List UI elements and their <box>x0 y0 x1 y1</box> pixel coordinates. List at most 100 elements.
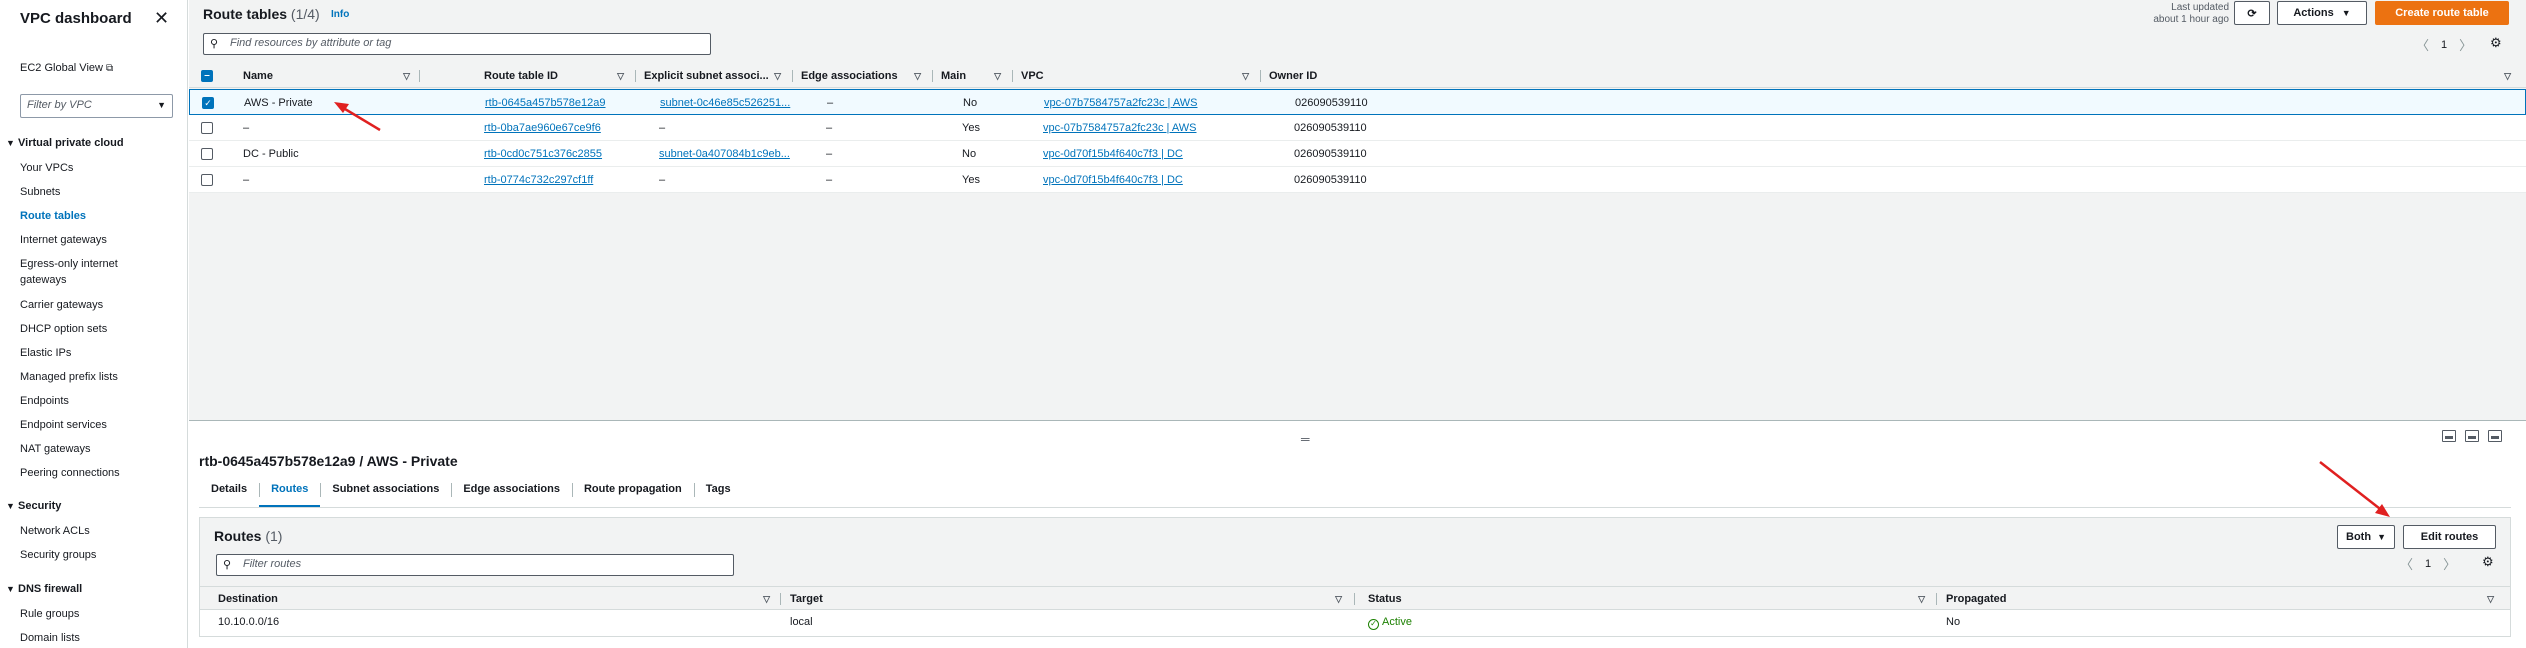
chevron-right-icon[interactable]: 〉 <box>2443 554 2456 573</box>
col-edge-associations[interactable]: Edge associations ▽ <box>801 64 929 88</box>
sort-icon[interactable]: ▽ <box>994 64 1001 88</box>
cell-vpc[interactable]: vpc-0d70f15b4f640c7f3 | DC <box>1043 167 1253 193</box>
section-security[interactable]: ▼ Security <box>6 500 61 512</box>
tab-subnet-associations[interactable]: Subnet associations <box>320 478 451 508</box>
table-row[interactable]: – rtb-0ba7ae960e67ce9f6 – – Yes vpc-07b7… <box>189 115 2526 141</box>
sidebar-item-endpoints[interactable]: Endpoints <box>20 393 69 409</box>
ec2-global-view-link[interactable]: EC2 Global View ⧉ <box>20 62 113 74</box>
sidebar-item-rule-groups[interactable]: Rule groups <box>20 606 79 622</box>
cell-vpc[interactable]: vpc-07b7584757a2fc23c | AWS <box>1044 90 1254 116</box>
column-separator[interactable] <box>1936 593 1937 605</box>
split-side-icon[interactable] <box>2465 430 2479 442</box>
table-row[interactable]: – rtb-0774c732c297cf1ff – – Yes vpc-0d70… <box>189 167 2526 193</box>
current-page[interactable]: 1 <box>2441 39 2447 51</box>
split-divider[interactable] <box>189 420 2526 421</box>
sidebar-item-carrier-gateways[interactable]: Carrier gateways <box>20 297 103 313</box>
column-separator[interactable] <box>792 70 793 82</box>
sort-icon[interactable]: ▽ <box>1242 64 1249 88</box>
sidebar-item-dhcp-option-sets[interactable]: DHCP option sets <box>20 321 107 337</box>
current-page[interactable]: 1 <box>2425 558 2431 570</box>
route-tables-search-input[interactable]: ⚲ Find resources by attribute or tag <box>203 33 711 55</box>
chevron-left-icon[interactable]: 〈 <box>2416 35 2429 54</box>
col-propagated[interactable]: Propagated ▽ <box>1946 587 2502 611</box>
vpc-filter-select[interactable]: Filter by VPC ▼ <box>20 94 173 118</box>
section-virtual-private-cloud[interactable]: ▼ Virtual private cloud <box>6 137 124 149</box>
sidebar-item-egress-only-internet-gateways[interactable]: Egress-only internet gateways <box>20 256 140 288</box>
col-explicit-subnet[interactable]: Explicit subnet associ... ▽ <box>644 64 789 88</box>
row-checkbox[interactable] <box>201 122 213 134</box>
row-checkbox[interactable] <box>201 174 213 186</box>
sort-icon[interactable]: ▽ <box>763 587 770 611</box>
col-route-table-id[interactable]: Route table ID ▽ <box>484 64 632 88</box>
sidebar-item-managed-prefix-lists[interactable]: Managed prefix lists <box>20 369 118 385</box>
chevron-right-icon[interactable]: 〉 <box>2459 35 2472 54</box>
table-row[interactable]: DC - Public rtb-0cd0c751c376c2855 subnet… <box>189 141 2526 167</box>
info-link[interactable]: Info <box>331 9 349 20</box>
cell-route-table-id[interactable]: rtb-0774c732c297cf1ff <box>484 167 629 193</box>
sidebar-item-network-acls[interactable]: Network ACLs <box>20 523 90 539</box>
both-select[interactable]: Both ▼ <box>2337 525 2395 549</box>
routes-filter-input[interactable]: ⚲ Filter routes <box>216 554 734 576</box>
column-separator[interactable] <box>1260 70 1261 82</box>
sidebar-item-peering-connections[interactable]: Peering connections <box>20 465 120 481</box>
row-checkbox[interactable]: ✓ <box>202 97 214 109</box>
tab-details[interactable]: Details <box>199 478 259 508</box>
actions-button[interactable]: Actions ▼ <box>2277 1 2367 25</box>
section-dns-firewall[interactable]: ▼ DNS firewall <box>6 583 82 595</box>
cell-subnet[interactable]: subnet-0a407084b1c9eb... <box>659 141 797 167</box>
column-separator[interactable] <box>932 70 933 82</box>
col-vpc[interactable]: VPC ▽ <box>1021 64 1257 88</box>
cell-vpc[interactable]: vpc-07b7584757a2fc23c | AWS <box>1043 115 1253 141</box>
sidebar-title[interactable]: VPC dashboard <box>20 10 132 27</box>
edit-routes-button[interactable]: Edit routes <box>2403 525 2496 549</box>
sidebar-item-endpoint-services[interactable]: Endpoint services <box>20 417 107 433</box>
tab-tags[interactable]: Tags <box>693 478 743 508</box>
row-checkbox[interactable] <box>201 148 213 160</box>
tab-routes[interactable]: Routes <box>259 478 321 508</box>
col-main[interactable]: Main ▽ <box>941 64 1009 88</box>
split-off-icon[interactable] <box>2488 430 2502 442</box>
col-owner-id[interactable]: Owner ID ▽ <box>1269 64 2519 88</box>
split-bottom-icon[interactable] <box>2442 430 2456 442</box>
settings-gear-icon[interactable]: ⚙ <box>2482 554 2494 570</box>
select-all-checkbox[interactable]: – <box>201 70 213 82</box>
drag-handle-icon[interactable]: ═ <box>1301 432 1310 446</box>
sidebar-item-domain-lists[interactable]: Domain lists <box>20 630 80 646</box>
sort-icon[interactable]: ▽ <box>1918 587 1925 611</box>
col-destination[interactable]: Destination ▽ <box>218 587 778 611</box>
cell-subnet[interactable]: subnet-0c46e85c526251... <box>660 90 798 116</box>
tab-route-propagation[interactable]: Route propagation <box>571 478 694 508</box>
sidebar-item-nat-gateways[interactable]: NAT gateways <box>20 441 91 457</box>
sort-icon[interactable]: ▽ <box>2504 64 2511 88</box>
create-route-table-button[interactable]: Create route table <box>2375 1 2509 25</box>
sidebar-item-security-groups[interactable]: Security groups <box>20 547 96 563</box>
cell-route-table-id[interactable]: rtb-0ba7ae960e67ce9f6 <box>484 115 629 141</box>
col-target[interactable]: Target ▽ <box>790 587 1350 611</box>
sidebar-item-your-vpcs[interactable]: Your VPCs <box>20 160 73 176</box>
column-separator[interactable] <box>780 593 781 605</box>
col-status[interactable]: Status ▽ <box>1368 587 1933 611</box>
column-separator[interactable] <box>635 70 636 82</box>
sort-icon[interactable]: ▽ <box>914 64 921 88</box>
cell-route-table-id[interactable]: rtb-0cd0c751c376c2855 <box>484 141 629 167</box>
cell-vpc[interactable]: vpc-0d70f15b4f640c7f3 | DC <box>1043 141 1253 167</box>
sort-icon[interactable]: ▽ <box>1335 587 1342 611</box>
sidebar-item-internet-gateways[interactable]: Internet gateways <box>20 232 107 248</box>
sidebar-item-route-tables[interactable]: Route tables <box>20 208 86 224</box>
sidebar-item-subnets[interactable]: Subnets <box>20 184 60 200</box>
col-name[interactable]: Name ▽ <box>243 64 418 88</box>
table-row[interactable]: ✓ AWS - Private rtb-0645a457b578e12a9 su… <box>189 89 2526 115</box>
refresh-button[interactable]: ⟳ <box>2234 1 2270 25</box>
sort-icon[interactable]: ▽ <box>403 64 410 88</box>
column-separator[interactable] <box>419 70 420 82</box>
cell-route-table-id[interactable]: rtb-0645a457b578e12a9 <box>485 90 630 116</box>
settings-gear-icon[interactable]: ⚙ <box>2490 35 2502 51</box>
close-icon[interactable]: ✕ <box>154 8 169 29</box>
sort-icon[interactable]: ▽ <box>617 64 624 88</box>
column-separator[interactable] <box>1354 593 1355 605</box>
chevron-left-icon[interactable]: 〈 <box>2400 554 2413 573</box>
tab-edge-associations[interactable]: Edge associations <box>451 478 572 508</box>
sort-icon[interactable]: ▽ <box>774 64 781 88</box>
column-separator[interactable] <box>1012 70 1013 82</box>
sort-icon[interactable]: ▽ <box>2487 587 2494 611</box>
